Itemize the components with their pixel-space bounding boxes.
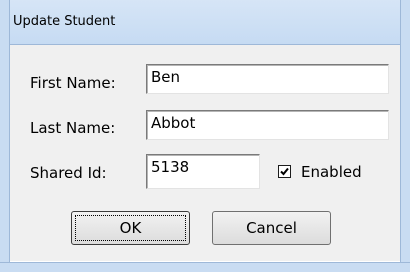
window-frame-left	[0, 0, 10, 271]
cancel-button-label: Cancel	[246, 219, 297, 237]
update-student-dialog: Update Student First Name: Ben Last Name…	[0, 0, 410, 272]
window-title: Update Student	[13, 14, 116, 29]
window-frame-right	[400, 0, 410, 271]
first-name-value: Ben	[151, 68, 181, 86]
last-name-value: Abbot	[151, 114, 196, 132]
shared-id-field[interactable]: 5138	[146, 154, 260, 189]
shared-id-value: 5138	[151, 158, 190, 176]
shared-id-label: Shared Id:	[30, 164, 107, 182]
first-name-label: First Name:	[30, 74, 116, 92]
enabled-label[interactable]: Enabled	[301, 163, 362, 181]
last-name-label: Last Name:	[30, 119, 116, 137]
title-bar[interactable]: Update Student	[0, 0, 410, 45]
cancel-button[interactable]: Cancel	[212, 211, 331, 245]
enabled-checkbox[interactable]	[278, 165, 291, 178]
check-icon	[280, 167, 289, 176]
ok-button-label: OK	[119, 219, 142, 237]
first-name-field[interactable]: Ben	[146, 64, 389, 94]
ok-button[interactable]: OK	[71, 211, 190, 245]
last-name-field[interactable]: Abbot	[146, 110, 389, 140]
